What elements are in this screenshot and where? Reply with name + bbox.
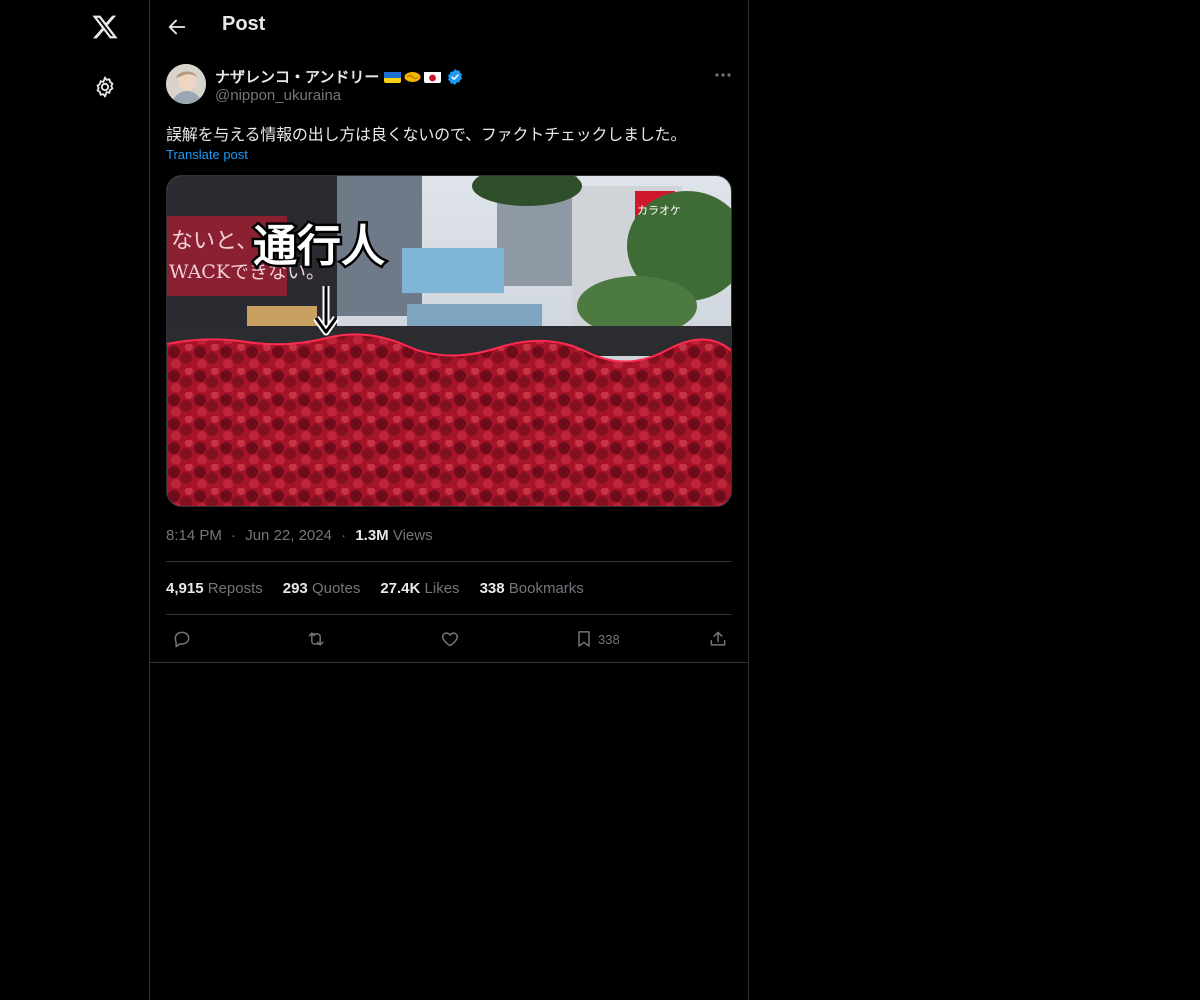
likes-stat[interactable]: 27.4K Likes <box>380 580 459 597</box>
author-display-name[interactable]: ナザレンコ・アンドリー <box>215 66 379 87</box>
views-label: Views <box>392 527 433 544</box>
bookmark-icon <box>578 631 590 647</box>
crowd-photo: ないと、 WACKできない。 カラオケ 通行人 <box>167 176 731 506</box>
bookmark-button[interactable]: 338 <box>574 627 620 651</box>
left-navigation <box>0 0 149 1000</box>
quotes-stat[interactable]: 293 Quotes <box>283 580 361 597</box>
divider <box>166 614 732 615</box>
post-date[interactable]: Jun 22, 2024 <box>245 527 332 544</box>
author-name-row: ナザレンコ・アンドリー <box>215 66 464 87</box>
more-options-icon[interactable] <box>712 66 734 84</box>
verified-badge-icon <box>448 68 463 85</box>
main-column: Post ナザレンコ・アンドリー @nippon_ukuraina 誤解を与える… <box>149 0 749 1000</box>
heart-icon <box>441 632 459 647</box>
avatar[interactable] <box>166 64 206 104</box>
handshake-icon <box>404 70 421 84</box>
translate-post-link[interactable]: Translate post <box>166 147 248 162</box>
separator: · <box>341 527 347 544</box>
gear-icon[interactable] <box>93 75 117 99</box>
page-header: Post <box>150 0 748 53</box>
bookmark-count: 338 <box>598 631 620 647</box>
separator: · <box>231 527 237 544</box>
page-title: Post <box>222 13 266 35</box>
passersby-label: 通行人 <box>253 221 385 272</box>
views-count: 1.3M <box>355 527 389 544</box>
repost-icon <box>308 632 324 646</box>
reposts-stat[interactable]: 4,915 Reposts <box>166 580 263 597</box>
share-icon <box>710 631 726 646</box>
japan-flag-icon <box>424 71 442 83</box>
banner-text-1: ないと、 <box>171 229 258 254</box>
action-bar: 338 <box>150 624 748 654</box>
x-logo-icon[interactable] <box>91 13 119 41</box>
engagement-stats: 4,915 Reposts 293 Quotes 27.4K Likes 338… <box>166 580 584 597</box>
post-text: 誤解を与える情報の出し方は良くないので、ファクトチェックしました。 <box>166 125 687 144</box>
post-time[interactable]: 8:14 PM <box>166 527 222 544</box>
share-button[interactable] <box>708 627 728 651</box>
post-bottom-border <box>150 662 748 663</box>
reply-button[interactable] <box>172 627 192 651</box>
reply-icon <box>174 631 190 648</box>
like-button[interactable] <box>440 627 460 651</box>
author-handle[interactable]: @nippon_ukuraina <box>215 87 341 104</box>
repost-button[interactable] <box>306 627 326 651</box>
post-metadata: 8:14 PM · Jun 22, 2024 · 1.3M Views <box>166 527 433 544</box>
ukraine-flag-icon <box>384 71 402 83</box>
post-media-image[interactable]: ないと、 WACKできない。 カラオケ 通行人 <box>166 175 732 507</box>
karaoke-sign-text: カラオケ <box>637 204 681 217</box>
bookmarks-stat[interactable]: 338 Bookmarks <box>480 580 584 597</box>
divider <box>166 561 732 562</box>
arrow-left-icon[interactable] <box>166 16 188 38</box>
